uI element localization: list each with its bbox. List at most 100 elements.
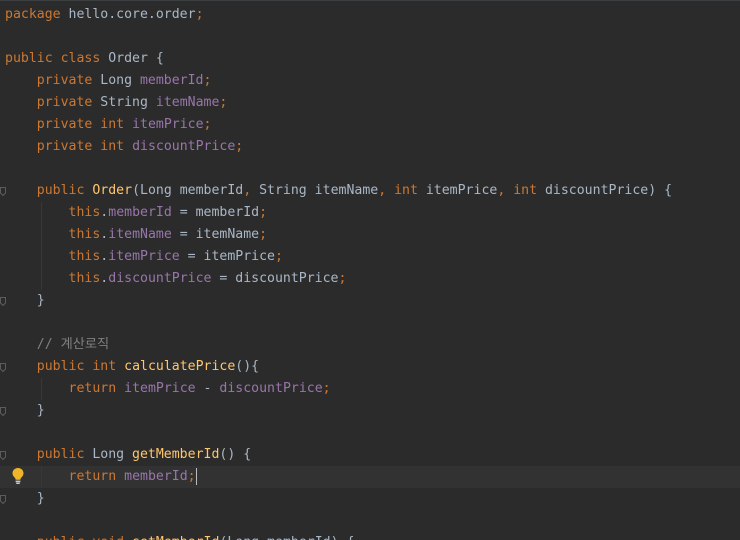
code-token: calculatePrice (124, 359, 236, 374)
code-token: this (68, 227, 101, 242)
code-token: private (36, 117, 93, 132)
code-token: = discountPrice (211, 271, 339, 286)
code-token: discountPrice (132, 139, 236, 154)
code-token: private (36, 95, 93, 110)
code-token: Order (92, 183, 133, 198)
code-line[interactable]: public class Order { (0, 48, 740, 70)
code-token: public (36, 447, 85, 462)
indent-guide (41, 378, 42, 400)
code-line[interactable] (0, 312, 740, 334)
code-line[interactable]: } (0, 400, 740, 422)
code-token: itemPrice (417, 183, 498, 198)
code-line[interactable]: public Order(Long memberId, String itemN… (0, 180, 740, 202)
code-token: Order { (100, 51, 164, 66)
code-token: ; (195, 7, 204, 22)
code-line[interactable]: return itemPrice - discountPrice; (0, 378, 740, 400)
code-token: class (60, 51, 101, 66)
code-token: ; (259, 205, 268, 220)
code-token: int (394, 183, 418, 198)
code-token: ; (338, 271, 347, 286)
code-token: package (5, 7, 61, 22)
code-token: return (68, 469, 117, 484)
code-area[interactable]: package hello.core.order; public class Or… (0, 4, 740, 540)
code-line[interactable] (0, 26, 740, 48)
code-token: , (378, 183, 395, 198)
text-caret (195, 467, 197, 485)
code-token: Long (92, 73, 140, 88)
code-token: getMemberId (132, 447, 220, 462)
code-line[interactable]: private int discountPrice; (0, 136, 740, 158)
code-editor[interactable]: package hello.core.order; public class Or… (0, 0, 740, 540)
code-line[interactable]: this.itemName = itemName; (0, 224, 740, 246)
code-token: () { (219, 447, 252, 462)
code-token: ; (322, 381, 331, 396)
code-token: (){ (235, 359, 260, 374)
code-line[interactable]: public int calculatePrice(){ (0, 356, 740, 378)
code-token: public (5, 51, 53, 66)
code-line[interactable]: private String itemName; (0, 92, 740, 114)
code-token: String (92, 95, 156, 110)
code-token: = itemPrice (179, 249, 275, 264)
code-token: public (37, 535, 85, 540)
code-line[interactable]: public Long getMemberId() { (0, 444, 740, 466)
code-line[interactable]: } (0, 290, 740, 312)
code-line[interactable]: this.memberId = memberId; (0, 202, 740, 224)
code-line[interactable] (0, 158, 740, 180)
code-line[interactable]: private Long memberId; (0, 70, 740, 92)
code-token: ; (235, 139, 244, 154)
code-token: itemName (108, 227, 172, 242)
code-token: this (68, 249, 101, 264)
code-line[interactable] (0, 510, 740, 532)
code-token: int (100, 117, 125, 132)
code-token: (Long memberId) { (219, 535, 354, 540)
code-line[interactable]: return memberId; (0, 466, 740, 488)
indent-guide (41, 202, 42, 224)
code-token: - (195, 381, 220, 396)
code-token: ; (203, 73, 212, 88)
code-token: ; (219, 95, 228, 110)
code-token: } (5, 491, 45, 506)
code-token: } (5, 293, 45, 308)
code-line[interactable]: package hello.core.order; (0, 4, 740, 26)
code-token: itemName (155, 95, 220, 110)
code-token: hello.core.order (60, 7, 196, 22)
indent-guide (41, 246, 42, 268)
code-line[interactable]: public void setMemberId(Long memberId) { (0, 532, 740, 540)
code-line[interactable]: private int itemPrice; (0, 114, 740, 136)
code-token: private (36, 73, 93, 88)
code-line[interactable]: this.itemPrice = itemPrice; (0, 246, 740, 268)
code-token: this (68, 205, 101, 220)
code-line[interactable]: // 계산로직 (0, 334, 740, 356)
code-line[interactable]: this.discountPrice = discountPrice; (0, 268, 740, 290)
code-line[interactable]: } (0, 488, 740, 510)
code-token: itemPrice (132, 117, 204, 132)
code-token: public (36, 359, 85, 374)
intention-bulb-icon[interactable] (11, 467, 25, 485)
code-token: ; (275, 249, 283, 264)
indent-guide (41, 466, 42, 488)
code-token: private (36, 139, 93, 154)
code-line[interactable] (0, 422, 740, 444)
code-token: memberId (124, 469, 188, 484)
code-token: , (497, 183, 514, 198)
code-token: ; (259, 227, 268, 242)
code-token: void (92, 535, 124, 540)
code-token: itemPrice (108, 249, 180, 264)
code-token: int (100, 139, 125, 154)
code-token: discountPrice (219, 381, 323, 396)
